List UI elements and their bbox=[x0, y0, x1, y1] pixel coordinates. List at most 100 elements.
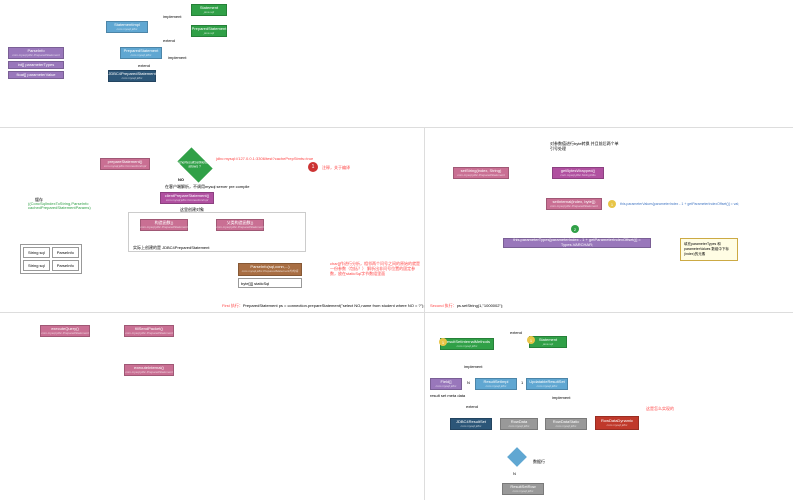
field-param-value: float[] parameterValue bbox=[8, 71, 64, 79]
box-sub: com.mysql.jdbc.PreparedStatement bbox=[140, 226, 188, 230]
num-y1: 1 bbox=[439, 338, 447, 346]
parseinfo-class: ParseInfo com.mysql.jdbc.PreparedStateme… bbox=[8, 47, 64, 59]
row-data-static: RowDataStatic com.mysql.jdbc bbox=[545, 418, 587, 430]
parent-constructor: 父类构造函数() com.mysql.jdbc.PreparedStatemen… bbox=[216, 219, 264, 231]
box-sub: com.mysql.jdbc bbox=[537, 385, 558, 389]
rel-impl-br: implement bbox=[464, 364, 482, 369]
field-class: Field[] com.mysql.jdbc bbox=[430, 378, 462, 390]
fill-packet: fillSendPacket() com.mysql.jdbc.Prepared… bbox=[124, 325, 174, 337]
box-sub: java.sql bbox=[543, 343, 553, 347]
rel-extend: extend bbox=[163, 38, 175, 43]
parseinfo-construct: ParseInfo(sql,conn,...) com.mysql.jdbc.P… bbox=[238, 263, 302, 276]
box-sub: com.mysql.jdbc.ConnectionImpl bbox=[166, 199, 208, 203]
rel-implement-2: implement bbox=[168, 55, 186, 60]
n-label-2: N bbox=[513, 471, 516, 476]
get-bytes: getBytesWrapped() com.mysql.jdbc.StringU… bbox=[552, 167, 604, 179]
box-sub: com.mysql.jdbc.PreparedStatement bbox=[216, 226, 264, 230]
cell: String sql bbox=[23, 247, 50, 258]
box-sub: com.mysql.jdbc.PreparedStatement bbox=[457, 174, 505, 178]
row-diamond bbox=[507, 447, 527, 467]
box-sub: com.mysql.jdbc.PreparedStatement bbox=[125, 371, 173, 375]
box-sub: com.mysql.jdbc bbox=[457, 345, 478, 349]
circle-1: 1 bbox=[308, 162, 318, 172]
rs-impl: ResultSetImpl com.mysql.jdbc bbox=[475, 378, 517, 390]
num-2: 2 bbox=[571, 225, 579, 233]
box-sub: com.mysql.jdbc bbox=[461, 425, 482, 429]
box-sub: com.mysql.jdbc bbox=[122, 77, 143, 81]
num-1: 1 bbox=[608, 200, 616, 208]
box-sub: com.mysql.jdbc bbox=[117, 28, 138, 32]
byte-field: byte[][] staticSql bbox=[238, 278, 302, 288]
field-text: float[] parameterValue bbox=[16, 73, 55, 78]
fill-note: 填充parameterTypes 和parameterValues 数组中下标(… bbox=[680, 238, 738, 261]
dynamic-note: 这是怎么实现的 bbox=[646, 406, 674, 412]
row-data: RowData com.mysql.jdbc bbox=[500, 418, 538, 430]
actual-create-note: 实际上创建的是 JDBC4PreparedStatement bbox=[133, 245, 209, 251]
field-text: int[] parameterTypes bbox=[18, 63, 54, 68]
prepared-interface: PreparedStatement java.sql bbox=[191, 25, 227, 37]
cell: String sql bbox=[23, 260, 50, 271]
expr-1: this.parameterValues[parameterIndex - 1 … bbox=[620, 202, 739, 206]
client-prepare: clientPrepareStatement() com.mysql.jdbc.… bbox=[160, 192, 214, 204]
rel-ext-br: extend bbox=[510, 330, 522, 335]
box-sub: com.mysql.jdbc bbox=[436, 385, 457, 389]
box-sub: com.mysql.jdbc bbox=[556, 425, 577, 429]
box-sub: java.sql bbox=[204, 32, 214, 36]
first-caption: First 执行：First 执行：PreparedStatement ps =… bbox=[222, 303, 425, 309]
prepare-stmt-method: prepareStatement() com.mysql.jdbc.Connec… bbox=[100, 158, 150, 170]
box-sub: com.mysql.jdbc bbox=[131, 54, 152, 58]
row-data-dynamic: RowDataDynamic com.mysql.jdbc bbox=[595, 416, 639, 430]
box-sub: com.mysql.jdbc bbox=[509, 425, 530, 429]
note-text: 填充parameterTypes 和parameterValues 数组中下标(… bbox=[684, 242, 729, 256]
statement-impl: StatementImpl com.mysql.jdbc bbox=[106, 21, 148, 33]
box-sub: com.mysql.jdbc.PreparedStatement的构造 bbox=[242, 270, 299, 274]
compile-note: 注释，关于编译 bbox=[322, 165, 350, 171]
rs-methods: ResultSetInternalMethods com.mysql.jdbc bbox=[440, 338, 494, 350]
field-note: result set meta data bbox=[430, 393, 465, 398]
box-sub: com.mysql.jdbc bbox=[513, 490, 534, 494]
no-label: NO bbox=[178, 177, 184, 182]
box-sub: com.mysql.jdbc.StringUtils bbox=[560, 174, 595, 178]
rel-ext-br2: extend bbox=[466, 404, 478, 409]
box-sub: com.mysql.jdbc bbox=[607, 424, 628, 428]
cell: ParseInfo bbox=[52, 260, 79, 271]
field-param-types: int[] parameterTypes bbox=[8, 61, 64, 69]
n-label: N bbox=[467, 380, 470, 385]
constructor: 构造函数() com.mysql.jdbc.PreparedStatement bbox=[140, 219, 188, 231]
rs-row: ResultSetRow com.mysql.jdbc bbox=[502, 483, 544, 495]
box-sub: com.mysql.jdbc bbox=[486, 385, 507, 389]
byte-convert-note: 对参数值进行byte转换 并且前后两个单引号处理 bbox=[550, 142, 620, 152]
box-sub: com.mysql.jdbc.ConnectionImpl bbox=[104, 165, 146, 169]
jdbc4-prepared: JDBC4PreparedStatement com.mysql.jdbc bbox=[108, 70, 156, 82]
statement-interface: Statement java.sql bbox=[191, 4, 227, 16]
box-sub: com.mysql.jdbc.PreparedStatement bbox=[12, 54, 60, 58]
data-row-lbl: 数据行 bbox=[533, 459, 545, 465]
jdbc-url: jdbc:mysql://127.0.0.1:3306/test?cachePr… bbox=[216, 156, 313, 161]
execute-internal: executeInternal() com.mysql.jdbc.Prepare… bbox=[124, 364, 174, 376]
cache-table: String sqlParseInfo String sqlParseInfo bbox=[20, 244, 82, 274]
prepared-stmt-class: PreparedStatement com.mysql.jdbc bbox=[120, 47, 162, 59]
execute-query: executeQuery() com.mysql.jdbc.PreparedSt… bbox=[40, 325, 90, 337]
rel-impl-br2: implement bbox=[552, 395, 570, 400]
box-sub: com.mysql.jdbc.PreparedStatement bbox=[550, 205, 598, 209]
rel-implement: implement bbox=[163, 14, 181, 19]
set-string: setString(index, String) com.mysql.jdbc.… bbox=[453, 167, 509, 179]
storage-detail: ((ConcSqlIndexToString,ParseInfo cachedP… bbox=[28, 202, 98, 211]
expr-text: this.parameterTypes[parameterIndex - 1 +… bbox=[506, 238, 648, 248]
field-text: byte[][] staticSql bbox=[241, 281, 269, 286]
second-caption: Second 执行：ps.setString(1,"1000002"); bbox=[430, 303, 503, 309]
num-y2: 1 bbox=[527, 336, 535, 344]
box-sub: com.mysql.jdbc.PreparedStatement bbox=[125, 332, 173, 336]
set-internal: setInternal(index, byte[]) com.mysql.jdb… bbox=[546, 198, 602, 210]
box-sub: com.mysql.jdbc.PreparedStatement bbox=[41, 332, 89, 336]
box-sub: java.sql bbox=[204, 11, 214, 15]
client-parse-note: 在客户端解析，不调用mysql server pre compile bbox=[165, 184, 249, 190]
one-label: 1 bbox=[521, 380, 523, 385]
expr-2-box: this.parameterTypes[parameterIndex - 1 +… bbox=[503, 238, 651, 248]
cell: ParseInfo bbox=[52, 247, 79, 258]
parse-side-note: char[]作进行分析，相邻两个问号之间的原始的就是一份参数（包括？） 解析出非… bbox=[330, 262, 420, 276]
jdbc4-rs: JDBC4ResultSet com.mysql.jdbc bbox=[450, 418, 492, 430]
rel-extend-2: extend bbox=[138, 63, 150, 68]
diamond-text: cacheResultSetMetadata allows ? bbox=[175, 161, 214, 169]
upd-rs: UpdatableResultSet com.mysql.jdbc bbox=[526, 378, 568, 390]
